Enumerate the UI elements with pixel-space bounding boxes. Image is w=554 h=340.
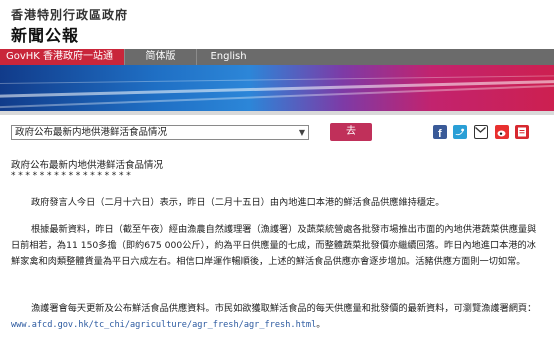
weibo-icon[interactable] [495, 125, 509, 139]
banner-image [0, 65, 554, 111]
press-release-select[interactable]: 政府公布最新内地供港鲜活食品情况 ▼ [11, 125, 309, 140]
banner-underbar [0, 111, 554, 115]
svg-text:f: f [438, 128, 442, 139]
article-paragraph-2: 根據最新資料，昨日（截至午夜）經由漁農自然護理署（漁護署）及蔬菜統營處各批發市場… [11, 224, 537, 267]
facebook-icon[interactable]: f [433, 125, 447, 139]
chevron-down-icon: ▼ [298, 128, 305, 137]
article-paragraph-3-text: 漁護署會每天更新及公布鮮活食品供應資料。市民如欲獲取鮮活食品的每天供應量和批發價… [31, 303, 537, 314]
afcd-fresh-food-link[interactable]: www.afcd.gov.hk/tc_chi/agriculture/agr_f… [11, 320, 316, 330]
title-divider-stars: ***************** [11, 171, 134, 181]
simplified-chinese-link[interactable]: 简体版 [124, 49, 196, 65]
site-name: 香港特別行政區政府 [11, 8, 129, 22]
article-title: 政府公布最新内地供港鲜活食品情况 [11, 160, 164, 171]
email-icon[interactable] [474, 125, 488, 139]
press-releases-title[interactable]: 新聞公報 [11, 22, 79, 46]
twitter-icon[interactable] [453, 125, 467, 139]
masthead: 香港特別行政區政府 新聞公報 [0, 0, 554, 46]
article-paragraph-3-end: 。 [316, 319, 326, 330]
english-link[interactable]: English [196, 49, 260, 65]
top-navigation: GovHK 香港政府一站通 简体版 English [0, 49, 554, 65]
article-paragraph-1: 政府發言人今日（二月十六日）表示，昨日（二月十五日）由內地進口本港的鮮活食品供應… [31, 197, 445, 208]
govhk-link[interactable]: GovHK 香港政府一站通 [0, 49, 124, 65]
article-paragraph-3: 漁護署會每天更新及公布鮮活食品供應資料。市民如欲獲取鮮活食品的每天供應量和批發價… [11, 301, 543, 333]
print-icon[interactable] [515, 125, 529, 139]
press-release-select-value: 政府公布最新内地供港鲜活食品情况 [15, 127, 168, 138]
go-button[interactable]: 去 [330, 123, 372, 141]
